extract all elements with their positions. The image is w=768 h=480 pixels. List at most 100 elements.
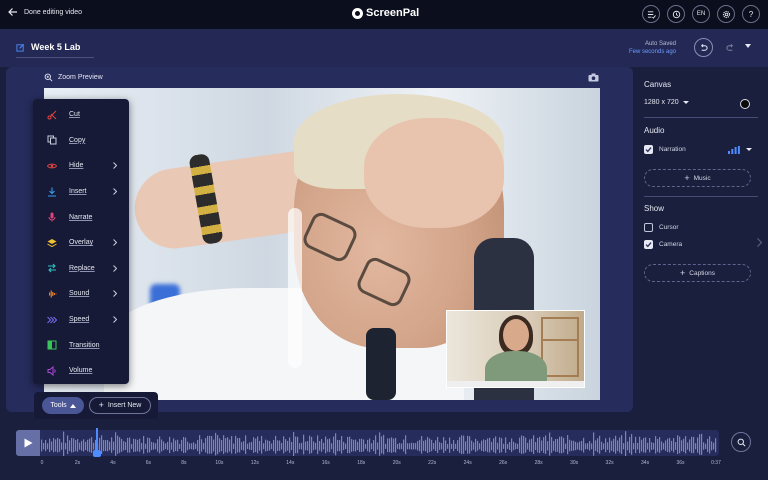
insert-new-button[interactable]: + Insert New — [89, 397, 151, 414]
waveform-bar — [535, 441, 537, 451]
waveform-bar — [643, 437, 645, 453]
waveform-bar — [219, 438, 221, 453]
waveform-bar — [597, 438, 599, 453]
canvas-size-select[interactable]: 1280 x 720 — [644, 99, 689, 106]
waveform-bar — [331, 443, 333, 450]
done-editing-link[interactable]: Done editing video — [8, 7, 82, 17]
waveform-bar — [533, 435, 535, 455]
menu-item-replace[interactable]: Replace — [33, 256, 129, 282]
microphone-icon — [47, 212, 57, 222]
waveform-bar — [575, 441, 577, 451]
waveform-bar — [589, 441, 591, 451]
waveform-bar — [465, 441, 467, 451]
waveform-bar — [537, 437, 539, 453]
add-captions-button[interactable]: + Captions — [644, 264, 751, 282]
waveform-bar — [541, 440, 543, 451]
waveform-bar — [201, 439, 203, 452]
timeline-tick-label: 0 — [40, 460, 44, 466]
plus-icon: + — [680, 267, 686, 278]
waveform-bar — [279, 440, 281, 451]
canvas-color-swatch[interactable] — [740, 99, 750, 109]
waveform-bar — [563, 437, 565, 453]
project-title[interactable]: Week 5 Lab — [16, 42, 94, 58]
undo-button[interactable] — [694, 38, 713, 57]
timeline-tick-label: 26s — [499, 460, 508, 466]
add-captions-label: Captions — [689, 269, 715, 277]
waveform-bar — [127, 437, 129, 453]
camera-toggle[interactable]: Camera — [644, 240, 682, 249]
waveform-bar — [659, 437, 661, 453]
waveform-bar — [135, 439, 137, 452]
menu-item-cut[interactable]: Cut — [33, 102, 129, 128]
menu-item-sound[interactable]: Sound — [33, 281, 129, 307]
waveform-bar — [181, 439, 183, 452]
menu-item-volume[interactable]: Volume — [33, 358, 129, 384]
waveform-bar — [599, 435, 601, 454]
more-options-caret[interactable] — [745, 44, 751, 48]
audio-levels-icon[interactable] — [728, 146, 740, 154]
help-button[interactable]: ? — [742, 5, 760, 23]
tools-button[interactable]: Tools — [42, 397, 84, 414]
waveform-bar — [267, 440, 269, 451]
timeline-tick-label: 12s — [250, 460, 259, 466]
redo-button[interactable] — [721, 38, 740, 57]
waveform-bar — [321, 438, 323, 452]
playhead-handle[interactable] — [92, 450, 101, 457]
timeline-search-button[interactable] — [731, 432, 751, 452]
waveform-bar — [569, 439, 571, 452]
audio-waveform[interactable] — [40, 430, 719, 456]
waveform-bar — [115, 432, 117, 456]
waveform-bar — [143, 435, 145, 454]
waveform-bar — [695, 443, 697, 450]
project-bar: Week 5 Lab Auto Saved Few seconds ago — [0, 29, 768, 67]
waveform-bar — [193, 442, 195, 450]
menu-item-overlay[interactable]: Overlay — [33, 230, 129, 256]
waveform-bar — [51, 441, 53, 451]
timeline-tick-label: 20s — [392, 460, 401, 466]
menu-item-speed[interactable]: Speed — [33, 307, 129, 333]
waveform-bar — [697, 437, 699, 453]
narration-checkbox[interactable] — [644, 145, 653, 154]
menu-item-insert[interactable]: Insert — [33, 179, 129, 205]
play-icon — [24, 438, 32, 448]
waveform-bar — [105, 440, 107, 452]
camera-checkbox[interactable] — [644, 240, 653, 249]
logo-text: ScreenPal — [366, 7, 420, 19]
menu-item-transition[interactable]: Transition — [33, 332, 129, 358]
waveform-bar — [551, 437, 553, 453]
cursor-toggle[interactable]: Cursor — [644, 223, 679, 232]
waveform-bar — [317, 435, 319, 454]
waveform-bar — [469, 436, 471, 454]
waveform-bar — [689, 439, 691, 452]
chevron-down-icon[interactable] — [746, 148, 752, 151]
waveform-bar — [247, 443, 249, 449]
cursor-checkbox[interactable] — [644, 223, 653, 232]
waveform-bar — [333, 436, 335, 454]
play-button[interactable] — [16, 430, 40, 456]
waveform-bar — [483, 439, 485, 452]
menu-item-narrate[interactable]: Narrate — [33, 204, 129, 230]
waveform-bar — [361, 438, 363, 452]
narration-toggle[interactable]: Narration — [644, 145, 686, 154]
waveform-bar — [661, 441, 663, 451]
waveform-bar — [271, 443, 273, 450]
settings-button[interactable] — [717, 5, 735, 23]
camera-label: Camera — [659, 241, 683, 248]
menu-item-hide[interactable]: Hide — [33, 153, 129, 179]
waveform-bar — [345, 443, 347, 450]
chevron-right-icon[interactable] — [757, 238, 762, 247]
webcam-overlay[interactable] — [446, 310, 585, 388]
menu-item-copy[interactable]: Copy — [33, 128, 129, 154]
camera-snapshot-icon[interactable] — [588, 73, 599, 82]
waveform-bar — [355, 439, 357, 452]
waveform-bar — [435, 440, 437, 452]
waveform-bar — [227, 437, 229, 453]
waveform-bar — [603, 443, 605, 450]
waveform-bar — [153, 442, 155, 450]
waveform-bar — [79, 442, 81, 450]
history-button[interactable] — [667, 5, 685, 23]
language-button[interactable]: EN — [692, 5, 710, 23]
add-music-button[interactable]: + Music — [644, 169, 751, 187]
captions-list-button[interactable] — [642, 5, 660, 23]
zoom-preview-button[interactable]: Zoom Preview — [44, 73, 103, 82]
